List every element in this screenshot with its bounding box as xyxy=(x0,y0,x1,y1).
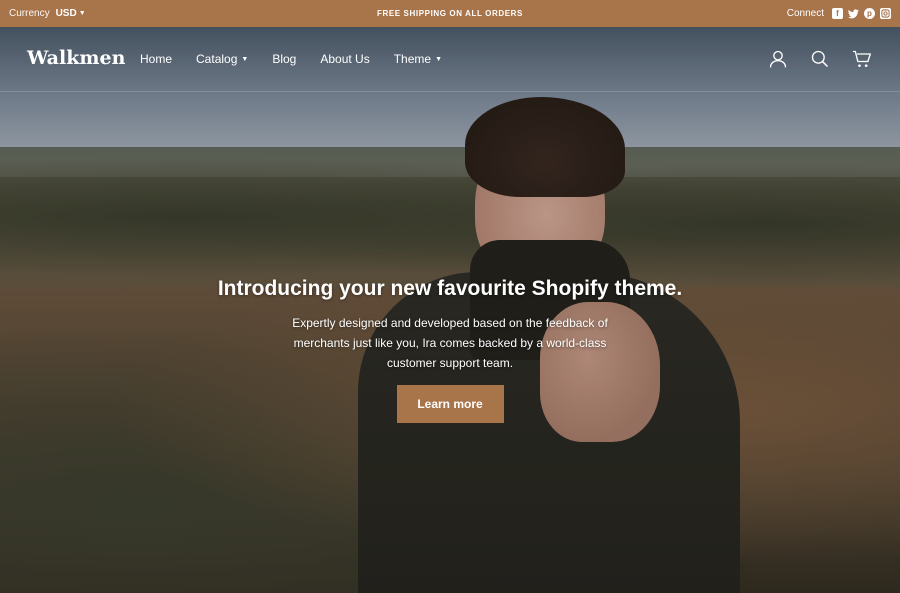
instagram-icon[interactable] xyxy=(880,8,891,19)
hero-content: Introducing your new favourite Shopify t… xyxy=(0,277,900,423)
nav-label: Catalog xyxy=(196,52,238,66)
header-actions xyxy=(768,49,872,69)
social-links: Connect f p xyxy=(787,8,891,19)
account-icon[interactable] xyxy=(768,49,788,69)
chevron-down-icon: ▼ xyxy=(78,10,86,17)
announcement-bar: Currency USD ▼ FREE SHIPPING ON ALL ORDE… xyxy=(0,0,900,27)
nav-item-blog[interactable]: Blog xyxy=(272,52,296,66)
site-header: Walkmen Home Catalog ▼ Blog About Us The… xyxy=(0,27,900,92)
nav-label: Blog xyxy=(272,52,297,66)
nav-item-theme[interactable]: Theme ▼ xyxy=(394,52,442,66)
nav-item-about-us[interactable]: About Us xyxy=(320,52,369,66)
chevron-down-icon: ▼ xyxy=(435,55,443,63)
connect-label: Connect xyxy=(786,8,824,19)
nav-item-home[interactable]: Home xyxy=(140,52,172,66)
cart-icon[interactable] xyxy=(852,49,872,69)
currency-selector: Currency USD ▼ xyxy=(9,8,86,19)
currency-dropdown[interactable]: USD ▼ xyxy=(56,8,86,19)
main-nav: Home Catalog ▼ Blog About Us Theme ▼ xyxy=(140,52,466,66)
chevron-down-icon: ▼ xyxy=(241,55,249,63)
hero-subtitle: Expertly designed and developed based on… xyxy=(292,316,608,370)
site-logo[interactable]: Walkmen xyxy=(27,47,125,69)
nav-label: Theme xyxy=(393,52,432,66)
hero-title: Introducing your new favourite Shopify t… xyxy=(217,277,683,300)
pinterest-icon[interactable]: p xyxy=(864,8,875,19)
currency-value: USD xyxy=(55,8,77,19)
twitter-icon[interactable] xyxy=(848,8,859,19)
currency-label: Currency xyxy=(9,8,50,19)
nav-label: About Us xyxy=(320,52,370,66)
search-icon[interactable] xyxy=(810,49,830,69)
nav-label: Home xyxy=(140,52,173,66)
nav-item-catalog[interactable]: Catalog ▼ xyxy=(196,52,248,66)
facebook-icon[interactable]: f xyxy=(832,8,843,19)
announcement-text: FREE SHIPPING ON ALL ORDERS xyxy=(377,9,523,18)
learn-more-button[interactable]: Learn more xyxy=(396,385,504,423)
